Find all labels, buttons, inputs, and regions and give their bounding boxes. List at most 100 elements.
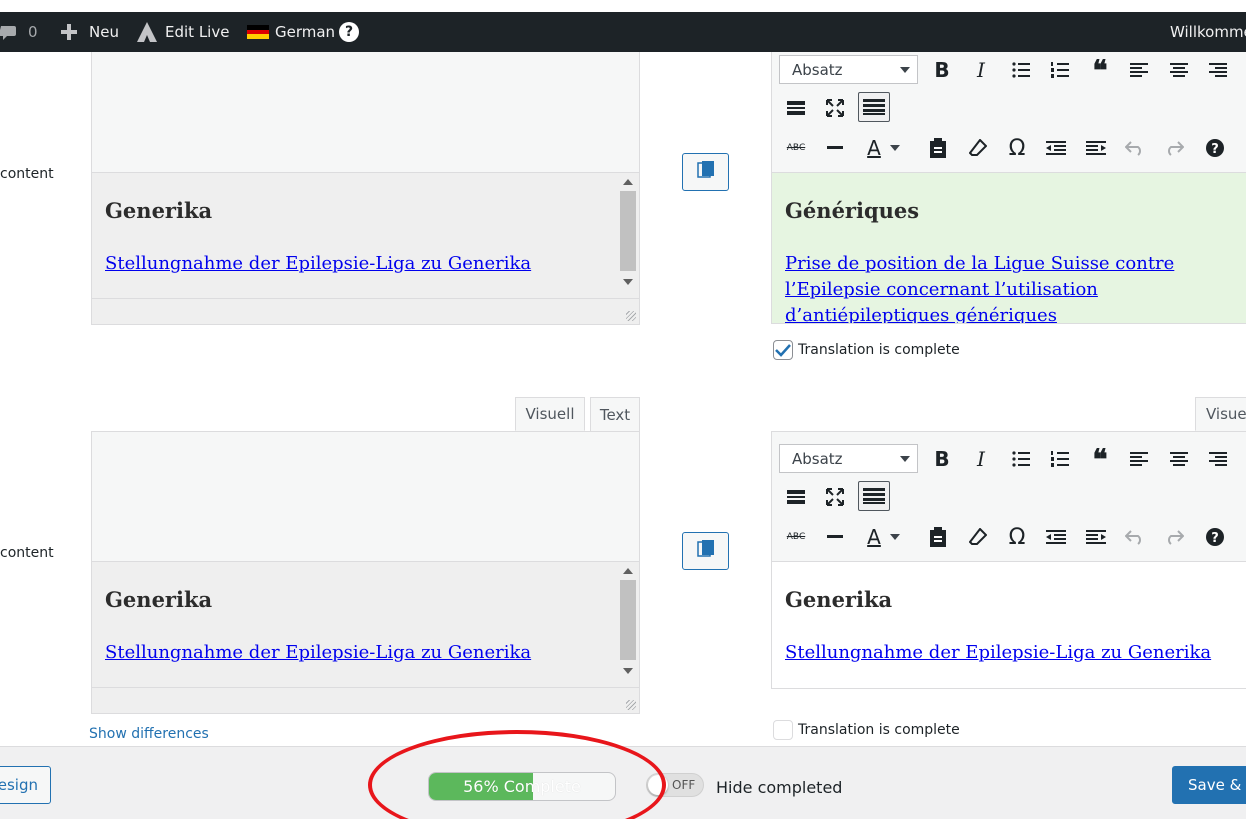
paste-as-text-icon[interactable] [922, 133, 954, 163]
blockquote-icon[interactable]: ❝ [1084, 54, 1116, 87]
numbered-list-icon[interactable] [1044, 55, 1076, 85]
strikethrough-icon[interactable]: ABC [780, 133, 812, 163]
align-right-icon[interactable] [1202, 444, 1234, 474]
bold-icon[interactable]: B [926, 55, 958, 85]
translation-complete-row[interactable]: Translation is complete [773, 340, 960, 360]
blockquote-icon[interactable]: ❝ [1084, 443, 1116, 476]
edit-live-label: Edit Live [165, 23, 230, 41]
translation-complete-label: Translation is complete [798, 342, 960, 358]
progress-label-wrap: 56% Complete [429, 773, 615, 800]
tab-visual-translation[interactable]: Visue [1195, 397, 1246, 431]
bullet-list-icon[interactable] [1005, 55, 1037, 85]
special-character-icon[interactable]: Ω [1001, 133, 1033, 163]
align-left-icon[interactable] [1123, 55, 1155, 85]
show-differences-link[interactable]: Show differences [89, 726, 209, 742]
align-right-icon[interactable] [1202, 55, 1234, 85]
plus-icon [60, 23, 78, 41]
format-select-value: Absatz [792, 450, 843, 468]
undo-icon[interactable] [1119, 133, 1151, 163]
text-color-dropdown-icon[interactable] [886, 522, 904, 552]
undo-icon[interactable] [1119, 522, 1151, 552]
edit-live-logo-icon [136, 21, 158, 43]
scroll-thumb[interactable] [620, 191, 636, 271]
italic-icon[interactable]: I [965, 444, 997, 474]
edit-live-menu[interactable]: Edit Live [136, 12, 229, 52]
scrollbar[interactable] [620, 177, 636, 287]
strikethrough-icon[interactable]: ABC [780, 522, 812, 552]
new-content-menu[interactable]: Neu [60, 12, 119, 52]
resize-grip-icon[interactable] [626, 311, 636, 321]
translation-complete-checkbox[interactable] [773, 340, 793, 360]
editor-toolbar: Absatz B I ❝ ABC A Ω ? [772, 52, 1246, 173]
help-icon[interactable]: ? [339, 22, 360, 42]
format-select[interactable]: Absatz [779, 444, 918, 473]
special-character-icon[interactable]: Ω [1001, 522, 1033, 552]
outdent-icon[interactable] [1040, 522, 1072, 552]
align-center-icon[interactable] [1163, 444, 1195, 474]
toolbar-toggle-icon[interactable] [858, 481, 890, 511]
translation-editor-1: Absatz B I ❝ ABC A Ω ? Génériques Prise … [771, 52, 1246, 324]
original-editor-2: Generika Stellungnahme der Epilepsie-Lig… [91, 431, 640, 714]
translation-link[interactable]: Prise de position de la Ligue Suisse con… [785, 251, 1246, 323]
language-switcher[interactable]: German ? [247, 12, 360, 52]
format-select-value: Absatz [792, 61, 843, 79]
horizontal-line-icon[interactable] [819, 133, 851, 163]
copy-icon [696, 160, 716, 184]
paste-as-text-icon[interactable] [922, 522, 954, 552]
scroll-down-arrow-icon[interactable] [623, 668, 633, 674]
chevron-down-icon [900, 67, 910, 73]
bullet-list-icon[interactable] [1005, 444, 1037, 474]
outdent-icon[interactable] [1040, 133, 1072, 163]
insert-more-icon[interactable] [780, 482, 812, 512]
redo-icon[interactable] [1158, 133, 1190, 163]
new-label: Neu [89, 23, 119, 41]
fullscreen-icon[interactable] [819, 482, 851, 512]
translation-complete-row[interactable]: Translation is complete [773, 720, 960, 740]
toggle-state: OFF [672, 778, 696, 792]
translation-complete-checkbox[interactable] [773, 720, 793, 740]
resign-button[interactable]: esign [0, 766, 51, 804]
my-account-menu[interactable]: Willkomme [1170, 12, 1246, 52]
text-color-dropdown-icon[interactable] [886, 133, 904, 163]
italic-icon[interactable]: I [965, 55, 997, 85]
resize-grip-icon[interactable] [626, 700, 636, 710]
help-icon[interactable]: ? [1199, 133, 1231, 163]
indent-icon[interactable] [1080, 133, 1112, 163]
insert-more-icon[interactable] [780, 93, 812, 123]
scroll-up-arrow-icon[interactable] [623, 568, 633, 574]
clear-formatting-icon[interactable] [962, 133, 994, 163]
original-link[interactable]: Stellungnahme der Epilepsie-Liga zu Gene… [105, 640, 609, 666]
help-icon[interactable]: ? [1199, 522, 1231, 552]
numbered-list-icon[interactable] [1044, 444, 1076, 474]
indent-icon[interactable] [1080, 522, 1112, 552]
scrollbar[interactable] [620, 566, 636, 676]
hide-completed-toggle[interactable]: OFF [646, 773, 704, 797]
align-left-icon[interactable] [1123, 444, 1155, 474]
save-and-close-button[interactable]: Save & C [1172, 766, 1246, 804]
redo-icon[interactable] [1158, 522, 1190, 552]
translation-content[interactable]: Génériques Prise de position de la Ligue… [772, 173, 1246, 323]
scroll-down-arrow-icon[interactable] [623, 279, 633, 285]
clear-formatting-icon[interactable] [962, 522, 994, 552]
tab-text[interactable]: Text [590, 397, 640, 431]
comments-menu[interactable]: 0 [0, 12, 38, 52]
translation-editor-2: Absatz B I ❝ ABC A Ω ? Generika Stellung… [771, 431, 1246, 689]
tab-visual[interactable]: Visuell [515, 397, 585, 431]
fullscreen-icon[interactable] [819, 93, 851, 123]
bold-icon[interactable]: B [926, 444, 958, 474]
copy-original-button[interactable] [682, 153, 729, 191]
translation-link[interactable]: Stellungnahme der Epilepsie-Liga zu Gene… [785, 640, 1246, 666]
original-link[interactable]: Stellungnahme der Epilepsie-Liga zu Gene… [105, 251, 609, 277]
align-center-icon[interactable] [1163, 55, 1195, 85]
toggle-knob[interactable] [648, 775, 668, 795]
scroll-thumb[interactable] [620, 580, 636, 660]
chevron-down-icon [900, 456, 910, 462]
translation-content[interactable]: Generika Stellungnahme der Epilepsie-Lig… [772, 562, 1246, 688]
copy-original-button[interactable] [682, 532, 729, 570]
field-label: content [0, 166, 54, 182]
horizontal-line-icon[interactable] [819, 522, 851, 552]
scroll-up-arrow-icon[interactable] [623, 179, 633, 185]
progress-label: 56% Complete [463, 777, 581, 796]
toolbar-toggle-icon[interactable] [858, 92, 890, 122]
format-select[interactable]: Absatz [779, 55, 918, 84]
